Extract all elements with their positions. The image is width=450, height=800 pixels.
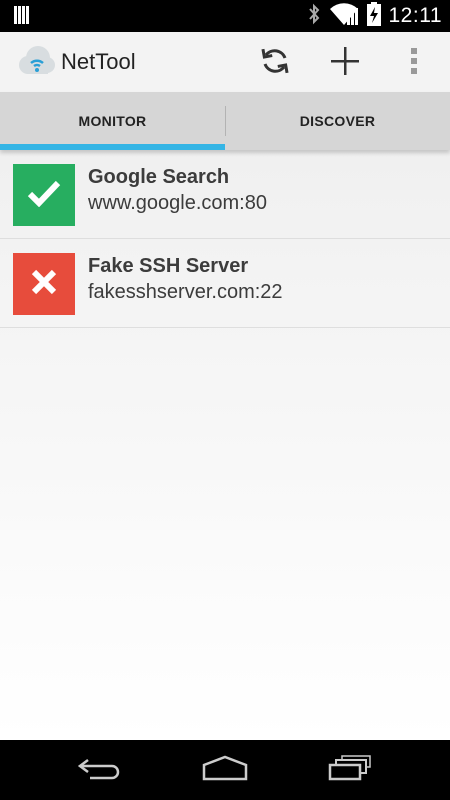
action-bar: NetTool	[0, 32, 450, 92]
bluetooth-icon	[307, 3, 321, 30]
status-bar: 12:11	[0, 0, 450, 32]
refresh-icon	[259, 45, 291, 82]
status-up-badge	[13, 164, 75, 226]
list-item[interactable]: Fake SSH Server fakesshserver.com:22	[0, 239, 450, 328]
overflow-menu-button[interactable]	[391, 40, 437, 86]
tab-bar: MONITOR DISCOVER	[0, 92, 450, 150]
recent-apps-button[interactable]	[320, 752, 380, 788]
home-button[interactable]	[195, 752, 255, 788]
plus-icon	[329, 45, 361, 82]
host-name: Google Search	[88, 166, 230, 188]
notification-icon	[14, 6, 30, 29]
refresh-button[interactable]	[252, 40, 298, 86]
host-list: Google Search www.google.com:80 Fake SSH…	[0, 150, 450, 740]
host-address: fakesshserver.com:22	[88, 281, 283, 303]
app-title: NetTool	[61, 49, 136, 74]
back-icon	[77, 756, 122, 785]
tab-discover[interactable]: DISCOVER	[225, 92, 450, 150]
checkmark-icon	[27, 179, 61, 212]
battery-charging-icon	[366, 1, 381, 31]
add-host-button[interactable]	[322, 40, 368, 86]
selected-tab-indicator	[0, 144, 225, 150]
status-down-badge	[13, 253, 75, 315]
cross-icon	[31, 269, 57, 300]
navigation-bar	[0, 740, 450, 800]
host-address: www.google.com:80	[88, 192, 267, 214]
back-button[interactable]	[70, 752, 130, 788]
wifi-icon	[329, 2, 359, 30]
tab-monitor[interactable]: MONITOR	[0, 92, 225, 150]
tab-discover-label: DISCOVER	[299, 113, 376, 129]
cloud-wifi-icon	[16, 45, 56, 79]
home-icon	[200, 755, 250, 786]
list-item[interactable]: Google Search www.google.com:80	[0, 150, 450, 239]
recent-apps-icon	[328, 754, 372, 786]
overflow-menu-icon	[410, 47, 418, 80]
tab-monitor-label: MONITOR	[78, 113, 147, 129]
status-time: 12:11	[388, 4, 442, 27]
host-name: Fake SSH Server	[88, 255, 249, 277]
